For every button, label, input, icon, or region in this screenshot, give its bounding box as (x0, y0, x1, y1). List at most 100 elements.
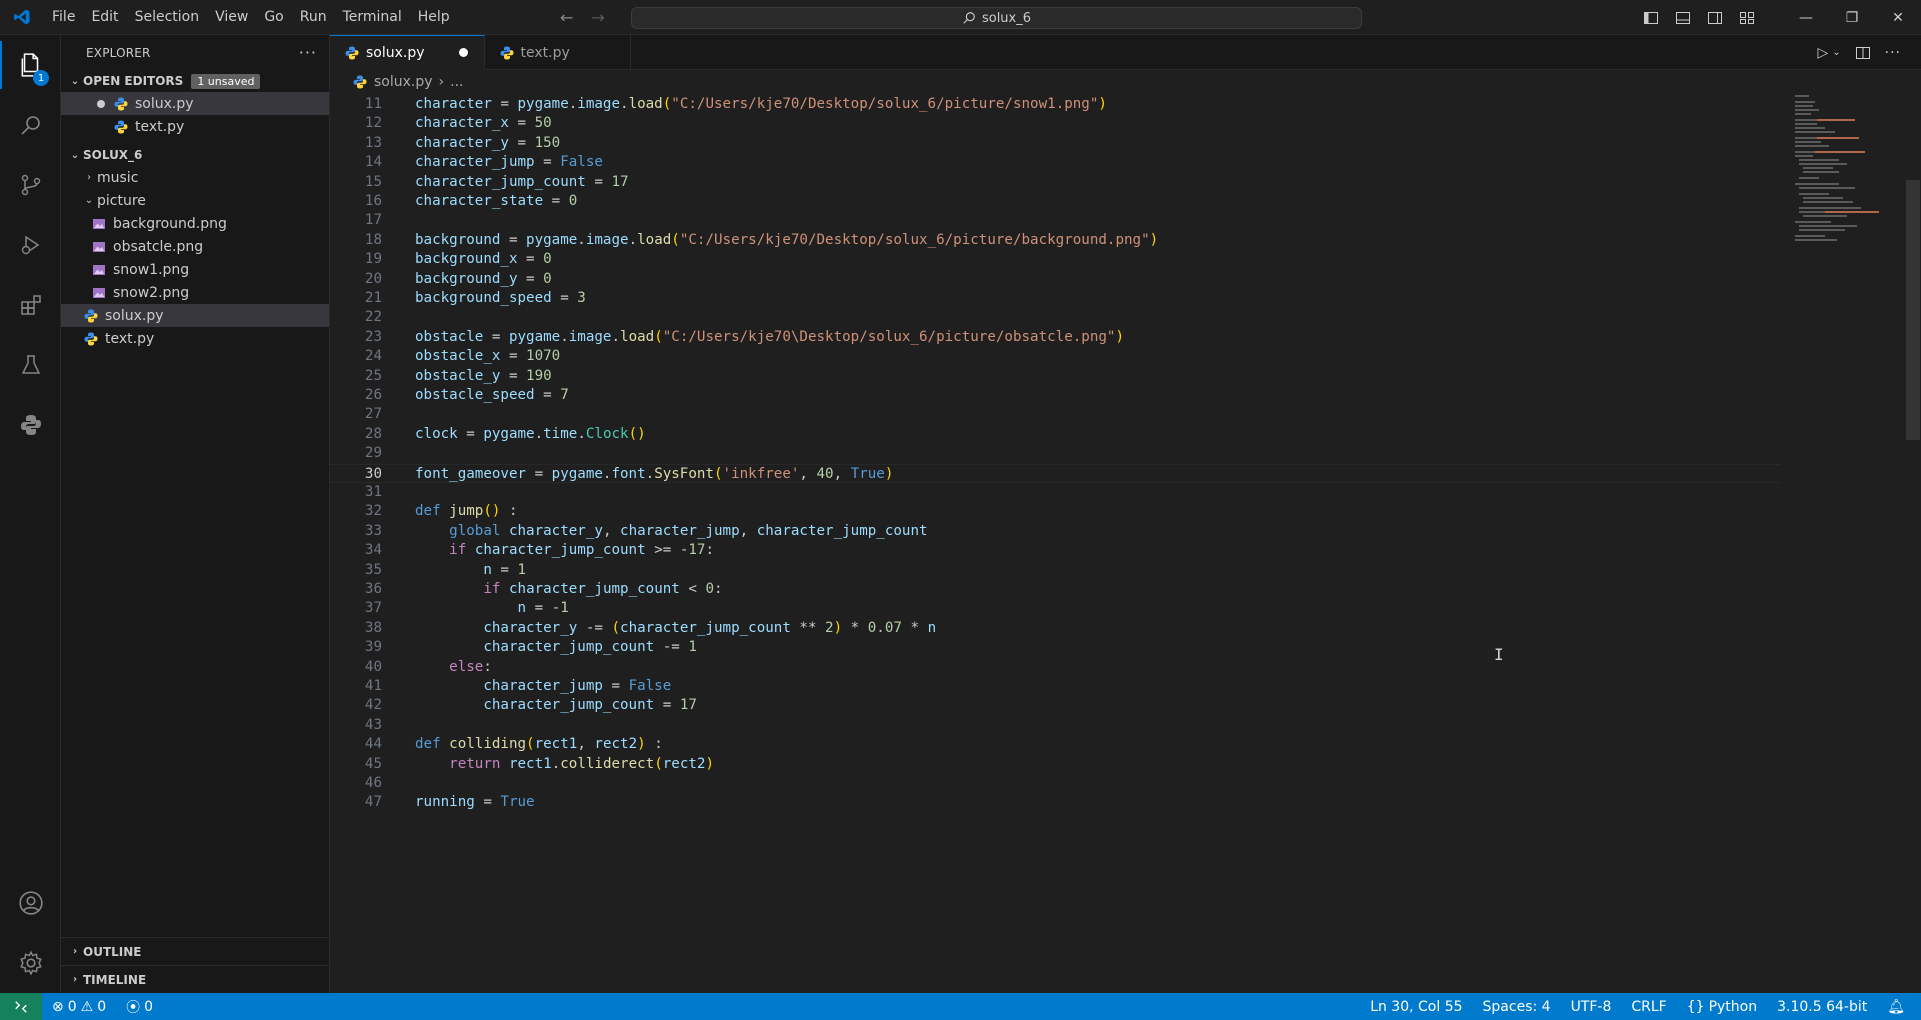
tab-solux[interactable]: solux.py (330, 35, 485, 70)
toggle-primary-sidebar-icon[interactable] (1635, 0, 1667, 35)
menu-terminal[interactable]: Terminal (335, 0, 410, 35)
code-line[interactable]: 18 background = pygame.image.load("C:/Use… (330, 231, 1780, 250)
code-editor[interactable]: I 11 character = pygame.image.load("C:/Us… (330, 93, 1921, 993)
code-line[interactable]: 25 obstacle_y = 190 (330, 367, 1780, 386)
code-line[interactable]: 35 n = 1 (330, 561, 1780, 580)
tree-file-solux[interactable]: solux.py (61, 304, 329, 327)
scrollbar-thumb[interactable] (1906, 180, 1920, 440)
code-line[interactable]: 31 (330, 483, 1780, 502)
back-arrow-icon[interactable]: ← (560, 8, 573, 27)
code-line[interactable]: 45 return rect1.colliderect(rect2) (330, 755, 1780, 774)
breadcrumb-file[interactable]: solux.py (374, 74, 433, 90)
customize-layout-icon[interactable] (1731, 0, 1763, 35)
python-interpreter[interactable]: 3.10.5 64-bit (1767, 999, 1877, 1015)
breadcrumb-symbols[interactable]: ... (450, 74, 463, 90)
notifications-bell-icon[interactable]: 🔔︎ (1877, 999, 1915, 1015)
problems-indicator[interactable]: ⊗ 0 ⚠ 0 (42, 999, 116, 1015)
code-line[interactable]: 34 if character_jump_count >= -17: (330, 541, 1780, 560)
code-line[interactable]: 32 def jump() : (330, 502, 1780, 521)
tree-folder-picture[interactable]: ⌄ picture (61, 189, 329, 212)
chevron-down-icon[interactable]: ⌄ (1832, 47, 1840, 58)
code-line[interactable]: 44 def colliding(rect1, rect2) : (330, 735, 1780, 754)
command-center-search[interactable]: solux_6 (631, 7, 1362, 29)
open-editor-solux[interactable]: solux.py (61, 92, 329, 115)
tree-folder-music[interactable]: › music (61, 166, 329, 189)
code-line[interactable]: 14 character_jump = False (330, 153, 1780, 172)
encoding[interactable]: UTF-8 (1561, 999, 1622, 1015)
menu-file[interactable]: File (44, 0, 83, 35)
code-line[interactable]: 42 character_jump_count = 17 (330, 696, 1780, 715)
code-line[interactable]: 17 (330, 211, 1780, 230)
code-line[interactable]: 16 character_state = 0 (330, 192, 1780, 211)
code-line[interactable]: 40 else: (330, 658, 1780, 677)
code-line[interactable]: 38 character_y -= (character_jump_count … (330, 619, 1780, 638)
tree-file-snow2[interactable]: snow2.png (61, 281, 329, 304)
menu-help[interactable]: Help (410, 0, 458, 35)
code-line[interactable]: 29 (330, 444, 1780, 463)
code-line[interactable]: 36 if character_jump_count < 0: (330, 580, 1780, 599)
code-line[interactable]: 24 obstacle_x = 1070 (330, 347, 1780, 366)
code-line[interactable]: 20 background_y = 0 (330, 270, 1780, 289)
toggle-secondary-sidebar-icon[interactable] (1699, 0, 1731, 35)
code-line[interactable]: 23 obstacle = pygame.image.load("C:/Users… (330, 328, 1780, 347)
remote-indicator-icon[interactable] (0, 993, 42, 1020)
cursor-position[interactable]: Ln 30, Col 55 (1360, 999, 1472, 1015)
unsaved-dot-icon[interactable] (458, 48, 468, 57)
restore-icon[interactable]: ❐ (1829, 0, 1875, 35)
code-line[interactable]: 47 running = True (330, 793, 1780, 812)
toggle-panel-icon[interactable] (1667, 0, 1699, 35)
ports-indicator[interactable]: ⦿ 0 (116, 997, 163, 1017)
code-line[interactable]: 22 (330, 308, 1780, 327)
split-editor-icon[interactable] (1855, 45, 1871, 61)
indentation[interactable]: Spaces: 4 (1473, 999, 1561, 1015)
testing-icon[interactable] (0, 335, 61, 395)
menu-view[interactable]: View (207, 0, 256, 35)
code-line[interactable]: 37 n = -1 (330, 599, 1780, 618)
tab-text[interactable]: text.py (485, 35, 631, 70)
forward-arrow-icon[interactable]: → (591, 8, 604, 27)
more-actions-icon[interactable]: ··· (299, 43, 317, 62)
code-line[interactable]: 33 global character_y, character_jump, c… (330, 522, 1780, 541)
code-line[interactable]: 11 character = pygame.image.load("C:/User… (330, 95, 1780, 114)
python-icon[interactable] (0, 395, 61, 455)
close-icon[interactable]: ✕ (1875, 0, 1921, 35)
code-line[interactable]: 39 character_jump_count -= 1 (330, 638, 1780, 657)
more-actions-icon[interactable]: ··· (1885, 45, 1901, 61)
language-mode[interactable]: {} Python (1677, 999, 1767, 1015)
tree-file-background[interactable]: background.png (61, 212, 329, 235)
open-editor-text[interactable]: text.py (61, 115, 329, 138)
code-line[interactable]: 41 character_jump = False (330, 677, 1780, 696)
code-line[interactable]: 43 (330, 716, 1780, 735)
menu-run[interactable]: Run (292, 0, 335, 35)
source-control-icon[interactable] (0, 155, 61, 215)
extensions-icon[interactable] (0, 275, 61, 335)
tree-file-obsatcle[interactable]: obsatcle.png (61, 235, 329, 258)
menu-go[interactable]: Go (256, 0, 291, 35)
menu-selection[interactable]: Selection (127, 0, 208, 35)
code-line[interactable]: 46 (330, 774, 1780, 793)
code-line[interactable]: 12 character_x = 50 (330, 114, 1780, 133)
accounts-icon[interactable] (0, 873, 61, 933)
tree-file-text[interactable]: text.py (61, 327, 329, 350)
code-line[interactable]: 27 (330, 405, 1780, 424)
outline-header[interactable]: › OUTLINE (61, 937, 329, 965)
search-icon[interactable] (0, 95, 61, 155)
code-line[interactable]: 21 background_speed = 3 (330, 289, 1780, 308)
run-python-file-icon[interactable]: ▷ (1817, 45, 1828, 61)
code-line[interactable]: 30 font_gameover = pygame.font.SysFont('i… (330, 463, 1780, 483)
code-line[interactable]: 13 character_y = 150 (330, 134, 1780, 153)
code-line[interactable]: 19 background_x = 0 (330, 250, 1780, 269)
code-line[interactable]: 26 obstacle_speed = 7 (330, 386, 1780, 405)
timeline-header[interactable]: › TIMELINE (61, 965, 329, 993)
code-line[interactable]: 15 character_jump_count = 17 (330, 173, 1780, 192)
menu-edit[interactable]: Edit (83, 0, 126, 35)
tree-file-snow1[interactable]: snow1.png (61, 258, 329, 281)
explorer-icon[interactable]: 1 (0, 35, 61, 95)
open-editors-header[interactable]: ⌄ OPEN EDITORS 1 unsaved (61, 70, 329, 92)
end-of-line[interactable]: CRLF (1621, 999, 1676, 1015)
minimap[interactable] (1795, 93, 1905, 283)
code-line[interactable]: 28 clock = pygame.time.Clock() (330, 425, 1780, 444)
manage-gear-icon[interactable] (0, 933, 61, 993)
run-and-debug-icon[interactable] (0, 215, 61, 275)
minimize-icon[interactable]: — (1783, 0, 1829, 35)
